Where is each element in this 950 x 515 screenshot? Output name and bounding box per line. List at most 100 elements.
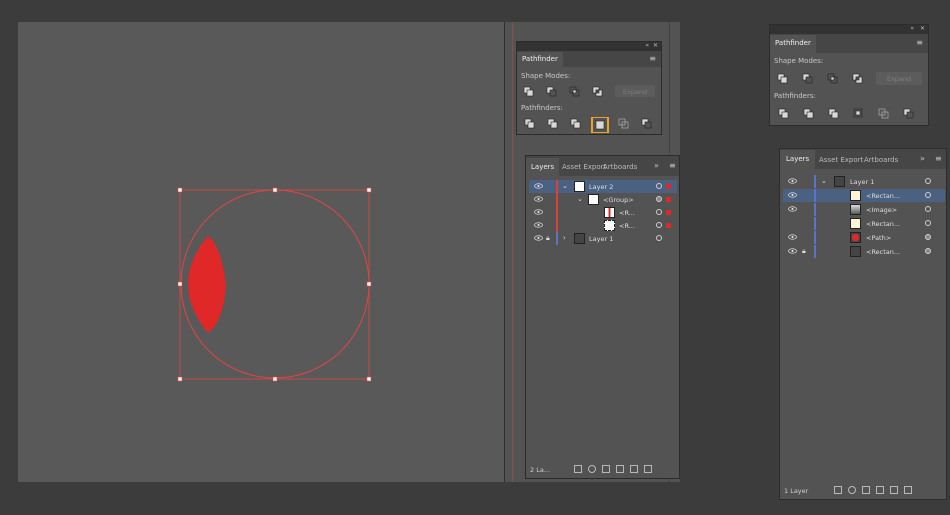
layer-name[interactable]: Layer 2 [589, 183, 613, 191]
target-icon[interactable] [925, 206, 931, 212]
eye-icon[interactable] [534, 222, 543, 228]
layer-color-bar [814, 245, 816, 258]
target-icon[interactable] [656, 222, 662, 228]
eye-icon[interactable] [788, 206, 797, 212]
tab-artboards[interactable]: Artboards [864, 156, 898, 164]
layer-row-layer1[interactable]: ⌄ Layer 1 [783, 175, 945, 188]
chevron-down-icon[interactable]: ⌄ [577, 195, 583, 203]
pathfinders-label: Pathfinders: [774, 92, 816, 100]
chevron-right-icon[interactable]: › [563, 234, 566, 242]
panel-menu-icon[interactable]: ≡ [935, 154, 942, 163]
tab-artboards[interactable]: Artboards [603, 163, 637, 171]
eye-icon[interactable] [788, 234, 797, 240]
target-icon[interactable] [925, 192, 931, 198]
lock-icon[interactable]: 🔒︎ [546, 234, 550, 243]
panel-menu-icon[interactable]: ≡ [649, 54, 656, 63]
panel-titlebar[interactable]: « ✕ [517, 42, 661, 51]
panel-titlebar[interactable]: « ✕ [770, 25, 928, 34]
layer-row-rect-2[interactable]: <R... [529, 219, 677, 232]
pathfinders-icons[interactable] [523, 117, 659, 133]
tab-layers[interactable]: Layers [526, 158, 560, 176]
layer-name[interactable]: <Rectan... [866, 192, 900, 200]
more-tabs-icon[interactable]: » [920, 154, 925, 163]
eye-icon[interactable] [788, 248, 797, 254]
layer-row-path[interactable]: <Path> [783, 231, 945, 244]
red-lens-shape[interactable] [188, 236, 226, 333]
eye-icon[interactable] [534, 183, 543, 189]
layer-name[interactable]: <R... [619, 209, 635, 217]
lock-icon[interactable]: 🔒︎ [802, 247, 806, 256]
tab-pathfinder[interactable]: Pathfinder [517, 52, 563, 67]
layer-name[interactable]: <Image> [866, 206, 897, 214]
rect-thumbnail [850, 246, 861, 257]
artboard-canvas[interactable] [18, 22, 504, 482]
close-icon[interactable]: ✕ [653, 42, 658, 49]
layer-row-rect-1[interactable]: <R... [529, 206, 677, 219]
chevron-down-icon[interactable]: ⌄ [562, 182, 568, 190]
sublayer-icon [616, 465, 624, 473]
layer-name[interactable]: <Rectan... [866, 248, 900, 256]
target-icon[interactable] [925, 220, 931, 226]
panel-menu-icon[interactable]: ≡ [916, 38, 923, 47]
expand-button[interactable]: Expand [876, 72, 922, 85]
target-icon[interactable] [925, 248, 931, 254]
layer-color-bar [556, 180, 558, 193]
layer-row-rect-3[interactable]: 🔒︎ <Rectan... [783, 245, 945, 258]
eye-icon[interactable] [534, 196, 543, 202]
tab-layers[interactable]: Layers [780, 150, 816, 169]
layer-row-layer2[interactable]: ⌄ Layer 2 [529, 180, 677, 193]
layer-row-rect-2[interactable]: <Rectan... [783, 217, 945, 230]
target-icon[interactable] [656, 183, 662, 189]
clip-mask-icon [862, 486, 870, 494]
shape-modes-label: Shape Modes: [774, 57, 824, 65]
tab-asset-export[interactable]: Asset Export [562, 163, 606, 171]
layer-name[interactable]: <Path> [866, 234, 891, 242]
expand-button[interactable]: Expand [615, 85, 655, 97]
layers-footer-icons[interactable] [574, 465, 658, 475]
selection-indicator[interactable] [666, 223, 671, 228]
layer-row-rect-1[interactable]: <Rectan... [783, 189, 945, 202]
layer-name[interactable]: <Group> [603, 196, 634, 204]
layer-row-image[interactable]: <Image> [783, 203, 945, 216]
tab-asset-export[interactable]: Asset Export [819, 156, 863, 164]
pathfinder-panel-small: « ✕ Pathfinder ≡ Shape Modes: Expand Pat… [516, 41, 662, 135]
layer-name[interactable]: <Rectan... [866, 220, 900, 228]
artwork[interactable] [18, 22, 504, 482]
eye-icon[interactable] [534, 235, 543, 241]
shape-modes-icons[interactable] [776, 72, 876, 86]
new-layer-icon [890, 486, 898, 494]
layer-color-bar [814, 203, 816, 216]
target-icon[interactable] [656, 235, 662, 241]
selection-indicator[interactable] [666, 184, 671, 189]
layer-row-layer1[interactable]: 🔒︎ › Layer 1 [529, 232, 677, 245]
target-icon[interactable] [925, 178, 931, 184]
layer-color-bar [556, 219, 558, 232]
selection-indicator[interactable] [666, 197, 671, 202]
eye-icon[interactable] [788, 192, 797, 198]
more-tabs-icon[interactable]: » [654, 161, 659, 170]
layer-row-group[interactable]: ⌄ <Group> [529, 193, 677, 206]
collapse-icon[interactable]: « [645, 42, 649, 49]
export-icon [834, 486, 842, 494]
layers-panel-small: Layers Asset Export Artboards » ≡ ⌄ Laye… [525, 155, 680, 479]
layer-name[interactable]: <R... [619, 222, 635, 230]
shape-modes-icons[interactable] [523, 85, 613, 99]
pathfinders-icons[interactable] [776, 107, 926, 121]
path-thumbnail [850, 232, 861, 243]
layer-name[interactable]: Layer 1 [850, 178, 874, 186]
close-icon[interactable]: ✕ [920, 25, 925, 32]
collapse-icon[interactable]: « [910, 25, 914, 32]
eye-icon[interactable] [788, 178, 797, 184]
chevron-down-icon[interactable]: ⌄ [821, 177, 827, 185]
tab-pathfinder[interactable]: Pathfinder [770, 35, 816, 53]
layer-color-bar [814, 217, 816, 230]
layers-footer-icons[interactable] [834, 486, 918, 496]
layer-count: 2 La... [530, 466, 551, 474]
selection-indicator[interactable] [666, 210, 671, 215]
eye-icon[interactable] [534, 209, 543, 215]
panel-menu-icon[interactable]: ≡ [669, 161, 676, 170]
layer-name[interactable]: Layer 1 [589, 235, 613, 243]
target-icon[interactable] [656, 196, 662, 202]
target-icon[interactable] [925, 234, 931, 240]
target-icon[interactable] [656, 209, 662, 215]
